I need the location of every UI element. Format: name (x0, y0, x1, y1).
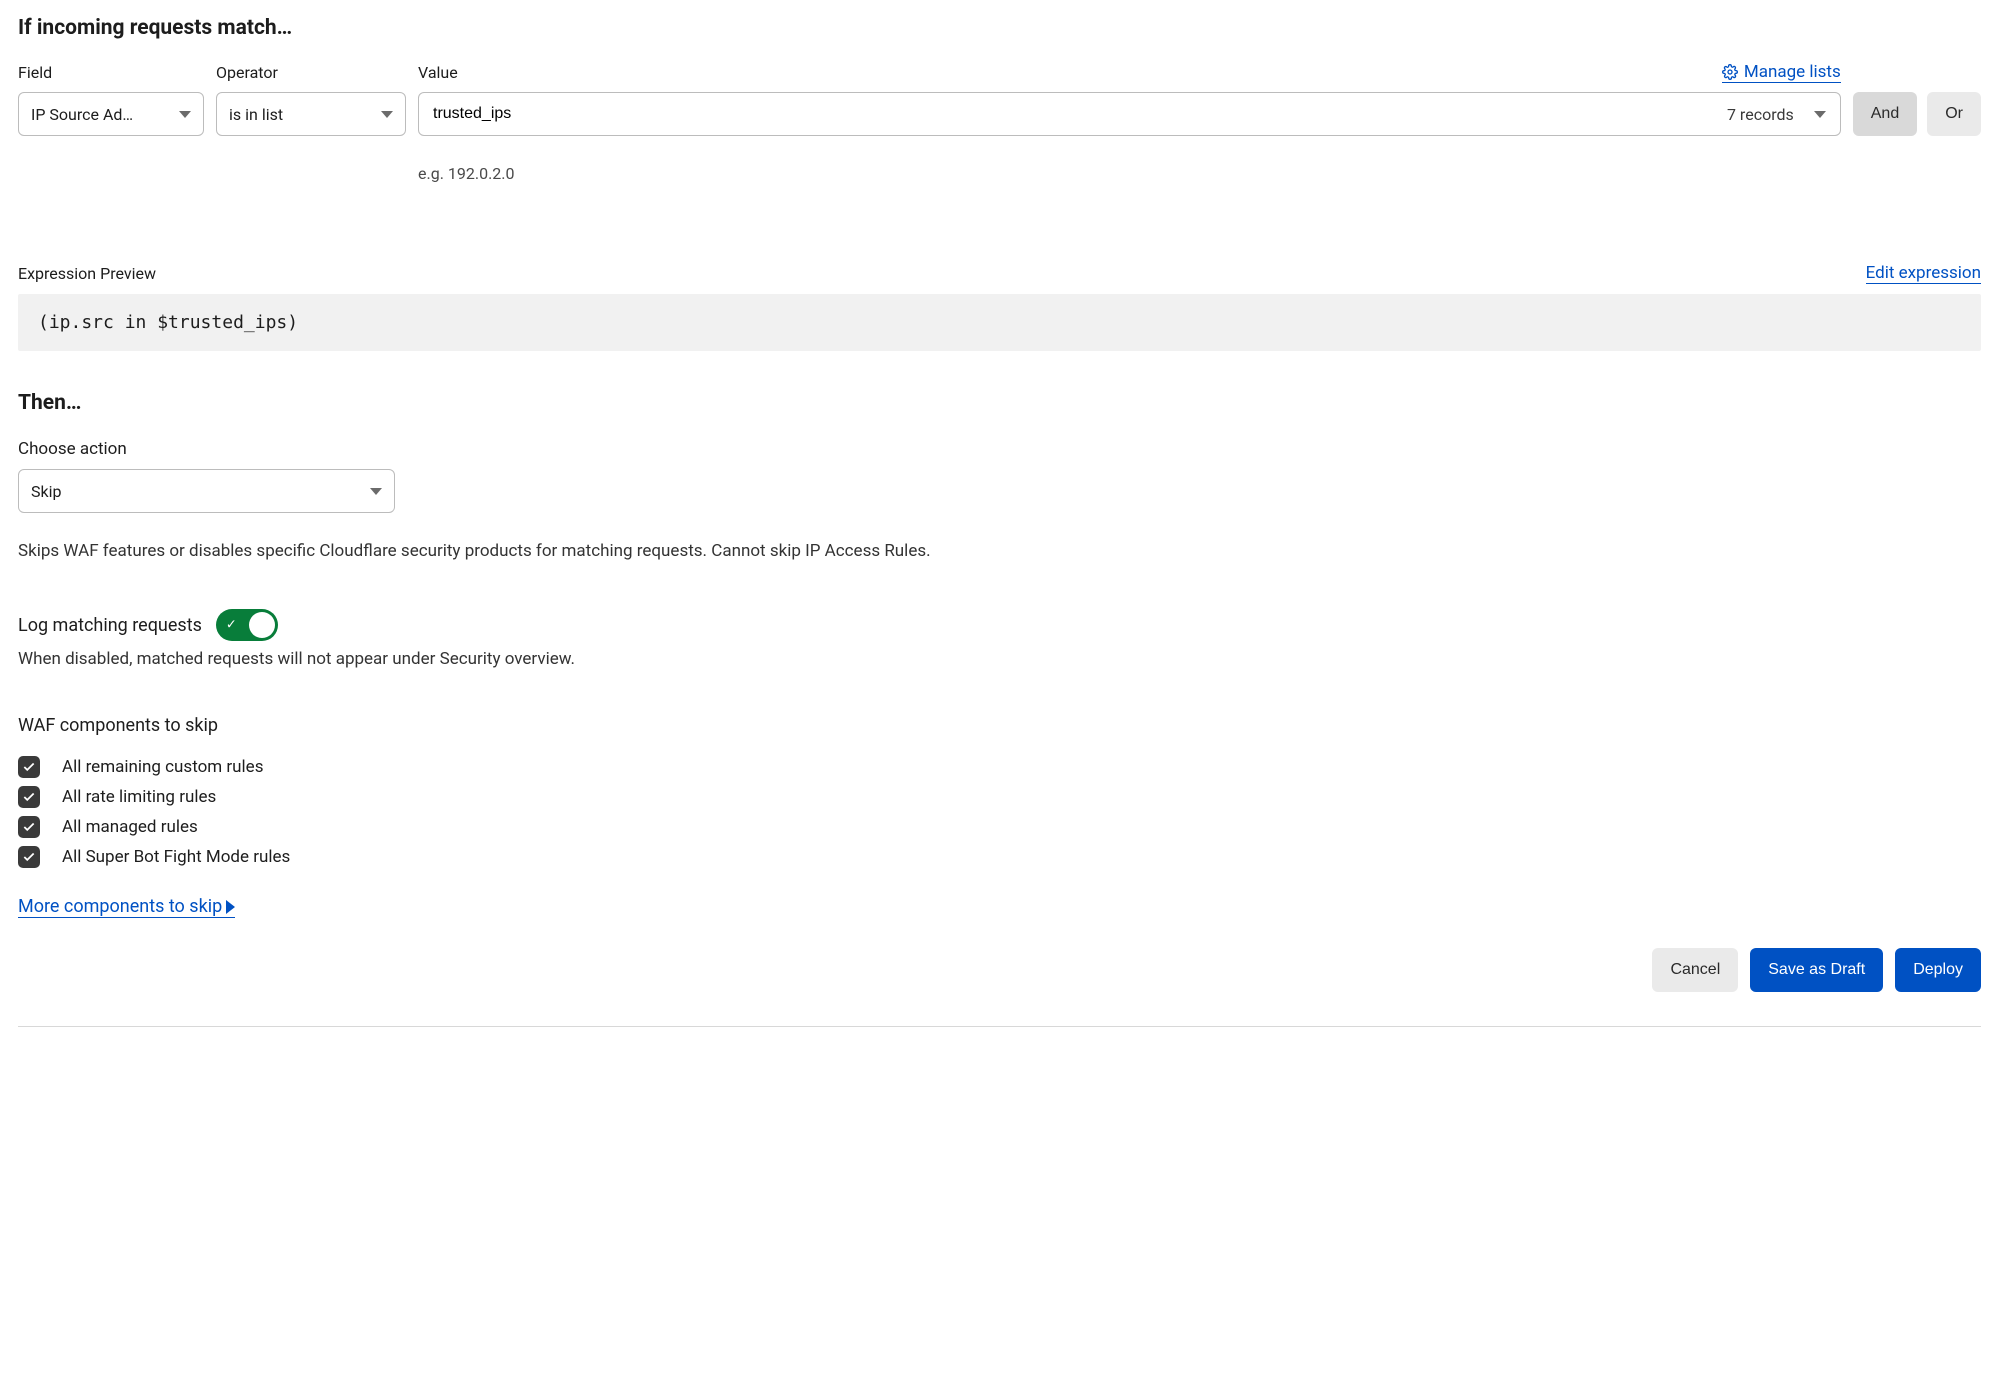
value-column: Value Manage lists 7 records e.g. 192.0.… (418, 60, 1841, 183)
value-input-wrap: 7 records (418, 92, 1841, 136)
waf-check-item: All managed rules (18, 816, 1981, 838)
field-label: Field (18, 63, 52, 82)
waf-check-item: All rate limiting rules (18, 786, 1981, 808)
expression-code: (ip.src in $trusted_ips) (18, 294, 1981, 351)
value-label: Value (418, 63, 458, 82)
log-section: Log matching requests ✓ When disabled, m… (18, 609, 1981, 669)
then-section: Then… Choose action Skip Skips WAF featu… (18, 391, 1981, 561)
checkbox[interactable] (18, 846, 40, 868)
edit-expression-link[interactable]: Edit expression (1866, 263, 1981, 284)
expression-preview-label: Expression Preview (18, 264, 156, 283)
checkbox[interactable] (18, 756, 40, 778)
if-section: If incoming requests match… Field IP Sou… (18, 16, 1981, 183)
waf-item-label: All managed rules (62, 817, 198, 837)
waf-components-section: WAF components to skip All remaining cus… (18, 715, 1981, 918)
operator-label: Operator (216, 63, 278, 82)
gear-icon (1722, 64, 1738, 80)
save-draft-button[interactable]: Save as Draft (1750, 948, 1883, 992)
waf-components-title: WAF components to skip (18, 715, 1981, 736)
cancel-button[interactable]: Cancel (1652, 948, 1738, 992)
log-toggle[interactable]: ✓ (216, 609, 278, 641)
chevron-down-icon (179, 111, 191, 118)
waf-item-label: All Super Bot Fight Mode rules (62, 847, 290, 867)
chevron-down-icon (370, 488, 382, 495)
waf-check-item: All Super Bot Fight Mode rules (18, 846, 1981, 868)
toggle-knob (249, 612, 275, 638)
manage-lists-link[interactable]: Manage lists (1722, 62, 1841, 83)
operator-select-value: is in list (229, 105, 371, 124)
records-dropdown[interactable]: 7 records (1727, 105, 1840, 124)
deploy-button[interactable]: Deploy (1895, 948, 1981, 992)
operator-column: Operator is in list (216, 60, 406, 136)
log-toggle-description: When disabled, matched requests will not… (18, 649, 1981, 669)
waf-item-label: All rate limiting rules (62, 787, 216, 807)
footer-buttons: Cancel Save as Draft Deploy (18, 948, 1981, 992)
if-section-title: If incoming requests match… (18, 16, 1981, 40)
then-title: Then… (18, 391, 1981, 415)
field-select-value: IP Source Ad… (31, 105, 169, 124)
value-hint: e.g. 192.0.2.0 (418, 164, 1841, 183)
waf-check-item: All remaining custom rules (18, 756, 1981, 778)
choose-action-label: Choose action (18, 439, 1981, 459)
and-button[interactable]: And (1853, 92, 1917, 136)
check-icon (22, 760, 36, 774)
expression-section: Expression Preview Edit expression (ip.s… (18, 263, 1981, 351)
more-components-link[interactable]: More components to skip (18, 896, 235, 918)
triangle-right-icon (226, 900, 235, 914)
action-select[interactable]: Skip (18, 469, 395, 513)
field-column: Field IP Source Ad… (18, 60, 204, 136)
check-icon (22, 820, 36, 834)
operator-select[interactable]: is in list (216, 92, 406, 136)
waf-item-label: All remaining custom rules (62, 757, 263, 777)
more-components-text: More components to skip (18, 896, 222, 917)
check-icon (22, 850, 36, 864)
chevron-down-icon (1814, 111, 1826, 118)
bottom-divider (18, 1026, 1981, 1027)
logic-op-buttons: And Or (1853, 92, 1981, 136)
field-select[interactable]: IP Source Ad… (18, 92, 204, 136)
checkbox[interactable] (18, 816, 40, 838)
manage-lists-text: Manage lists (1744, 62, 1841, 82)
rule-builder-row: Field IP Source Ad… Operator is in list … (18, 60, 1981, 183)
action-description: Skips WAF features or disables specific … (18, 541, 1981, 561)
checkbox[interactable] (18, 786, 40, 808)
value-input[interactable] (419, 93, 1727, 135)
check-icon: ✓ (226, 618, 237, 633)
chevron-down-icon (381, 111, 393, 118)
or-button[interactable]: Or (1927, 92, 1981, 136)
check-icon (22, 790, 36, 804)
records-text: 7 records (1727, 105, 1794, 124)
waf-check-list: All remaining custom rules All rate limi… (18, 756, 1981, 868)
log-toggle-label: Log matching requests (18, 615, 202, 636)
action-select-value: Skip (31, 482, 360, 501)
